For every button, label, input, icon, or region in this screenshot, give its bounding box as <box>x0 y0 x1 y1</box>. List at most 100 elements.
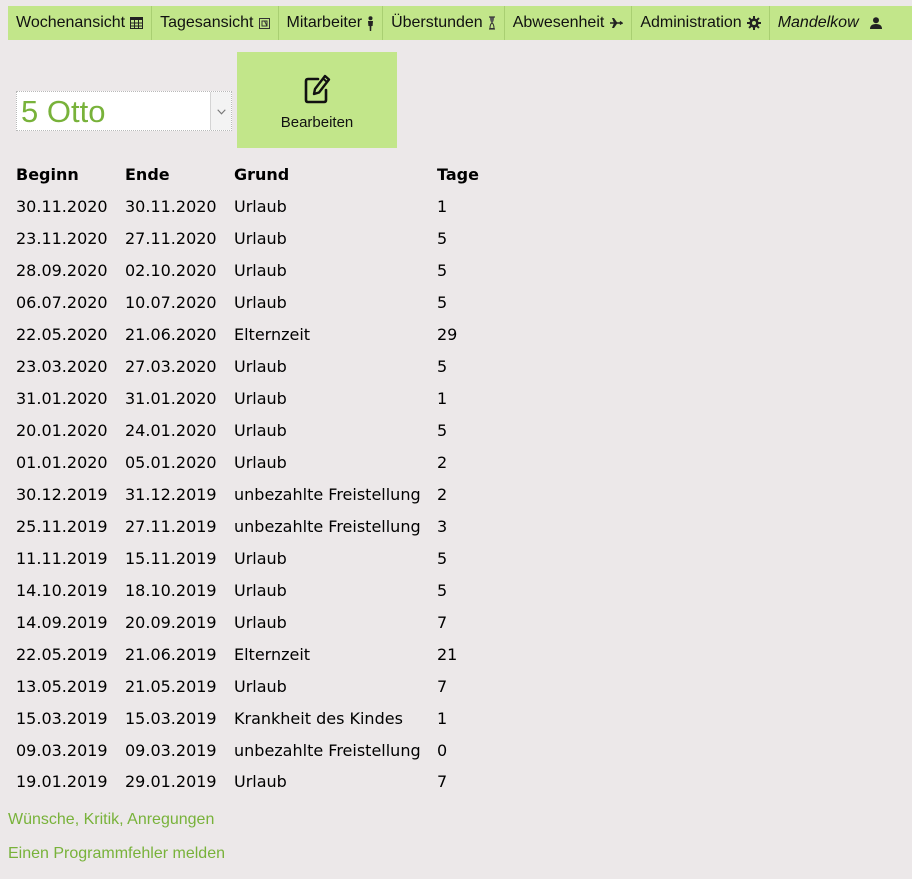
cell-end: 15.11.2019 <box>125 548 217 568</box>
cell-end: 24.01.2020 <box>125 420 217 440</box>
cell-days: 5 <box>437 260 448 280</box>
cell-end: 21.05.2019 <box>125 676 217 696</box>
cell-end: 10.07.2020 <box>125 292 217 312</box>
cell-days: 1 <box>437 708 448 728</box>
cell-days: 7 <box>437 612 448 632</box>
absence-table: Beginn Ende Grund Tage 30.11.2020 30.11.2… <box>16 158 497 796</box>
table-row: 25.11.2019 27.11.2019 unbezahlte Freistell… <box>16 510 497 542</box>
cell-reason: unbezahlte Freistellung <box>234 484 421 504</box>
cell-end: 21.06.2019 <box>125 644 217 664</box>
cell-days: 1 <box>437 388 448 408</box>
cell-end: 29.01.2019 <box>125 771 217 791</box>
cell-begin: 22.05.2019 <box>16 644 108 664</box>
cell-begin: 23.03.2020 <box>16 356 108 376</box>
table-row: 23.03.2020 27.03.2020 Urlaub 5 <box>16 350 497 382</box>
cell-reason: Elternzeit <box>234 644 311 664</box>
hourglass-icon <box>488 16 496 30</box>
table-row: 30.12.2019 31.12.2019 unbezahlte Freistell… <box>16 478 497 510</box>
cell-end: 27.11.2019 <box>125 516 217 536</box>
cell-reason: Elternzeit <box>234 324 311 344</box>
table-row: 23.11.2020 27.11.2020 Urlaub 5 <box>16 222 497 254</box>
cell-end: 18.10.2019 <box>125 580 217 600</box>
cell-begin: 20.01.2020 <box>16 420 108 440</box>
table-row: 13.05.2019 21.05.2019 Urlaub 7 <box>16 670 497 702</box>
nav-item-employees[interactable]: Mitarbeiter <box>279 6 384 40</box>
table-row: 20.01.2020 24.01.2020 Urlaub 5 <box>16 414 497 446</box>
cell-end: 02.10.2020 <box>125 260 217 280</box>
nav-item-label: Tagesansicht <box>160 14 254 31</box>
nav-item-label: Mitarbeiter <box>286 14 363 31</box>
cell-days: 0 <box>437 740 448 760</box>
cell-begin: 19.01.2019 <box>16 771 108 791</box>
edit-button-label: Bearbeiten <box>280 114 354 131</box>
person-icon <box>367 15 374 31</box>
gear-icon <box>746 16 761 30</box>
feedback-link[interactable]: Wünsche, Kritik, Anregungen <box>8 811 214 829</box>
cell-reason: Urlaub <box>234 676 287 696</box>
cell-begin: 13.05.2019 <box>16 676 108 696</box>
cell-begin: 14.09.2019 <box>16 612 108 632</box>
cell-reason: Urlaub <box>234 612 287 632</box>
chevron-down-icon <box>216 102 226 120</box>
table-row: 11.11.2019 15.11.2019 Urlaub 5 <box>16 542 497 574</box>
cell-reason: Urlaub <box>234 260 287 280</box>
cell-reason: Urlaub <box>234 196 287 216</box>
cell-end: 27.11.2020 <box>125 228 217 248</box>
cell-begin: 01.01.2020 <box>16 452 108 472</box>
cell-days: 29 <box>437 324 458 344</box>
table-row: 01.01.2020 05.01.2020 Urlaub 2 <box>16 446 497 478</box>
nav-item-weekly-view[interactable]: Wochenansicht <box>8 6 153 40</box>
column-header-begin: Beginn <box>16 164 79 184</box>
cell-reason: Urlaub <box>234 771 287 791</box>
cell-reason: Urlaub <box>234 228 287 248</box>
cell-reason: unbezahlte Freistellung <box>234 740 421 760</box>
dropdown-toggle[interactable] <box>210 92 231 130</box>
selected-employee: 5 Otto <box>21 94 106 129</box>
cell-reason: Urlaub <box>234 420 287 440</box>
cell-end: 27.03.2020 <box>125 356 217 376</box>
cell-begin: 31.01.2020 <box>16 388 108 408</box>
user-name: Mandelkow <box>777 14 859 31</box>
cell-end: 31.01.2020 <box>125 388 217 408</box>
bug-report-link[interactable]: Einen Programmfehler melden <box>8 845 225 863</box>
table-row: 14.09.2019 20.09.2019 Urlaub 7 <box>16 606 497 638</box>
cell-days: 1 <box>437 196 448 216</box>
cell-begin: 09.03.2019 <box>16 740 108 760</box>
cell-begin: 30.11.2020 <box>16 196 108 216</box>
table-header-row: Beginn Ende Grund Tage <box>16 158 497 190</box>
cell-days: 5 <box>437 356 448 376</box>
employee-select[interactable]: 5 Otto <box>16 91 232 131</box>
cell-end: 21.06.2020 <box>125 324 217 344</box>
cell-begin: 15.03.2019 <box>16 708 108 728</box>
cell-begin: 06.07.2020 <box>16 292 108 312</box>
table-row: 28.09.2020 02.10.2020 Urlaub 5 <box>16 254 497 286</box>
nav-item-absence[interactable]: Abwesenheit <box>505 6 633 40</box>
cell-end: 05.01.2020 <box>125 452 217 472</box>
cell-days: 3 <box>437 516 448 536</box>
table-row: 22.05.2020 21.06.2020 Elternzeit 29 <box>16 318 497 350</box>
nav-item-user-account[interactable]: Mandelkow <box>770 6 891 40</box>
main-navigation: Wochenansicht Tagesansicht Mitarbeiter Ü… <box>8 6 912 40</box>
cell-days: 21 <box>437 644 458 664</box>
cell-days: 5 <box>437 292 448 312</box>
table-row: 15.03.2019 15.03.2019 Krankheit des Kindes… <box>16 702 497 734</box>
cell-days: 7 <box>437 676 448 696</box>
user-icon <box>869 17 883 29</box>
nav-item-label: Wochenansicht <box>16 14 126 31</box>
table-row: 30.11.2020 30.11.2020 Urlaub 1 <box>16 190 497 222</box>
cell-begin: 22.05.2020 <box>16 324 108 344</box>
edit-button[interactable]: Bearbeiten <box>237 52 397 148</box>
cell-begin: 14.10.2019 <box>16 580 108 600</box>
nav-item-overtime[interactable]: Überstunden <box>383 6 505 40</box>
nav-item-label: Abwesenheit <box>512 14 605 31</box>
cell-end: 09.03.2019 <box>125 740 217 760</box>
edit-icon <box>303 72 331 104</box>
cell-begin: 28.09.2020 <box>16 260 108 280</box>
cell-days: 7 <box>437 771 448 791</box>
cell-end: 30.11.2020 <box>125 196 217 216</box>
nav-item-administration[interactable]: Administration <box>632 6 770 40</box>
cell-end: 31.12.2019 <box>125 484 217 504</box>
nav-item-daily-view[interactable]: Tagesansicht <box>152 6 279 40</box>
cell-begin: 23.11.2020 <box>16 228 108 248</box>
table-row: 22.05.2019 21.06.2019 Elternzeit 21 <box>16 638 497 670</box>
